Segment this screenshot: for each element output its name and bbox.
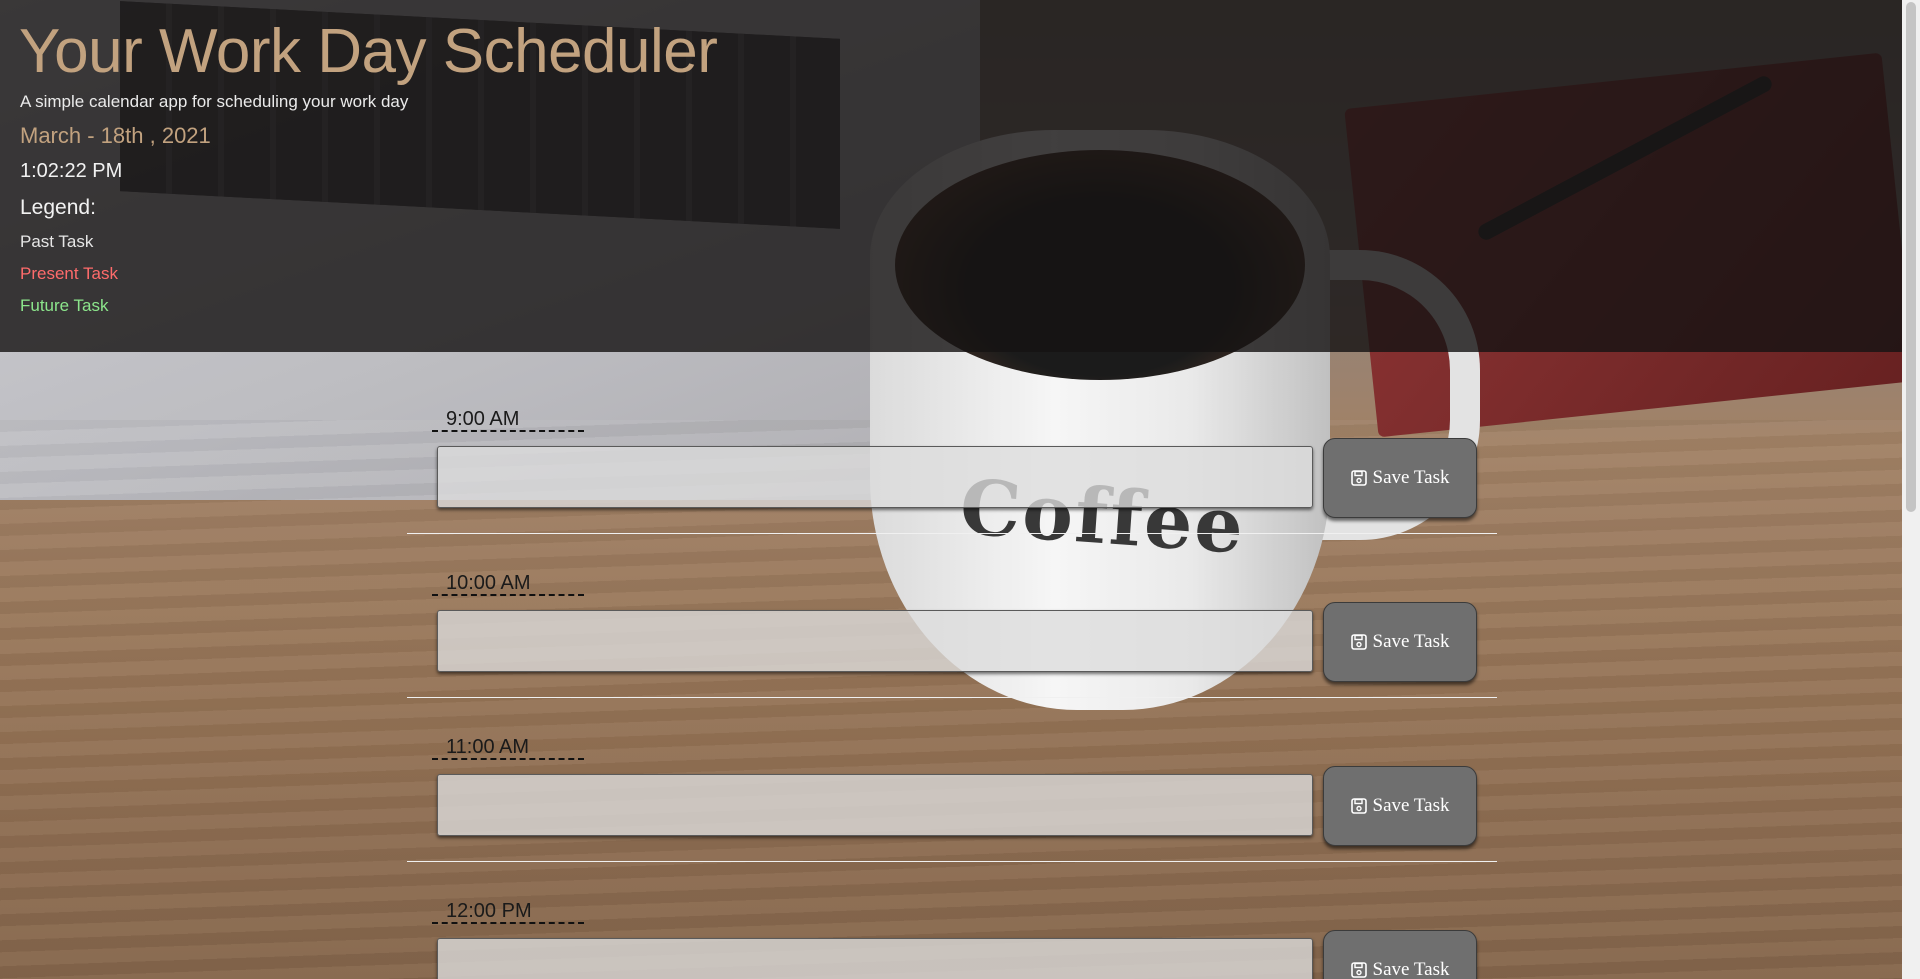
time-block-9am: 9:00 AM Save Task <box>407 408 1497 572</box>
save-task-button[interactable]: Save Task <box>1323 602 1477 682</box>
current-time: 1:02:22 PM <box>20 160 123 182</box>
task-input[interactable] <box>437 446 1313 508</box>
time-block-11am: 11:00 AM Save Task <box>407 736 1497 900</box>
floppy-disk-icon <box>1350 470 1367 486</box>
row-divider <box>407 697 1497 698</box>
legend-title: Legend: <box>20 196 96 219</box>
legend-present-task: Present Task <box>20 264 118 283</box>
floppy-disk-icon <box>1350 798 1367 814</box>
jumbotron-header: Your Work Day Scheduler A simple calenda… <box>0 0 1902 352</box>
task-input[interactable] <box>437 610 1313 672</box>
legend-past-task: Past Task <box>20 232 94 251</box>
floppy-disk-icon <box>1350 634 1367 650</box>
save-button-label: Save Task <box>1372 959 1450 979</box>
save-task-button[interactable]: Save Task <box>1323 766 1477 846</box>
hour-label: 10:00 AM <box>432 572 584 596</box>
page-title: Your Work Day Scheduler <box>19 17 718 86</box>
hour-label: 11:00 AM <box>432 736 584 760</box>
save-button-label: Save Task <box>1372 795 1450 816</box>
row-divider <box>407 861 1497 862</box>
vertical-scrollbar[interactable] <box>1902 0 1920 979</box>
page-subtitle: A simple calendar app for scheduling you… <box>20 92 409 111</box>
scrollbar-thumb[interactable] <box>1906 2 1916 512</box>
task-input[interactable] <box>437 774 1313 836</box>
hour-label: 12:00 PM <box>432 900 584 924</box>
hour-label: 9:00 AM <box>432 408 584 432</box>
time-block-10am: 10:00 AM Save Task <box>407 572 1497 736</box>
floppy-disk-icon <box>1350 962 1367 978</box>
row-divider <box>407 533 1497 534</box>
save-task-button[interactable]: Save Task <box>1323 930 1477 979</box>
save-button-label: Save Task <box>1372 467 1450 488</box>
task-input[interactable] <box>437 938 1313 979</box>
current-date: March - 18th , 2021 <box>20 123 211 148</box>
save-button-label: Save Task <box>1372 631 1450 652</box>
legend-future-task: Future Task <box>20 296 109 315</box>
save-task-button[interactable]: Save Task <box>1323 438 1477 518</box>
time-block-12pm: 12:00 PM Save Task <box>407 900 1497 979</box>
